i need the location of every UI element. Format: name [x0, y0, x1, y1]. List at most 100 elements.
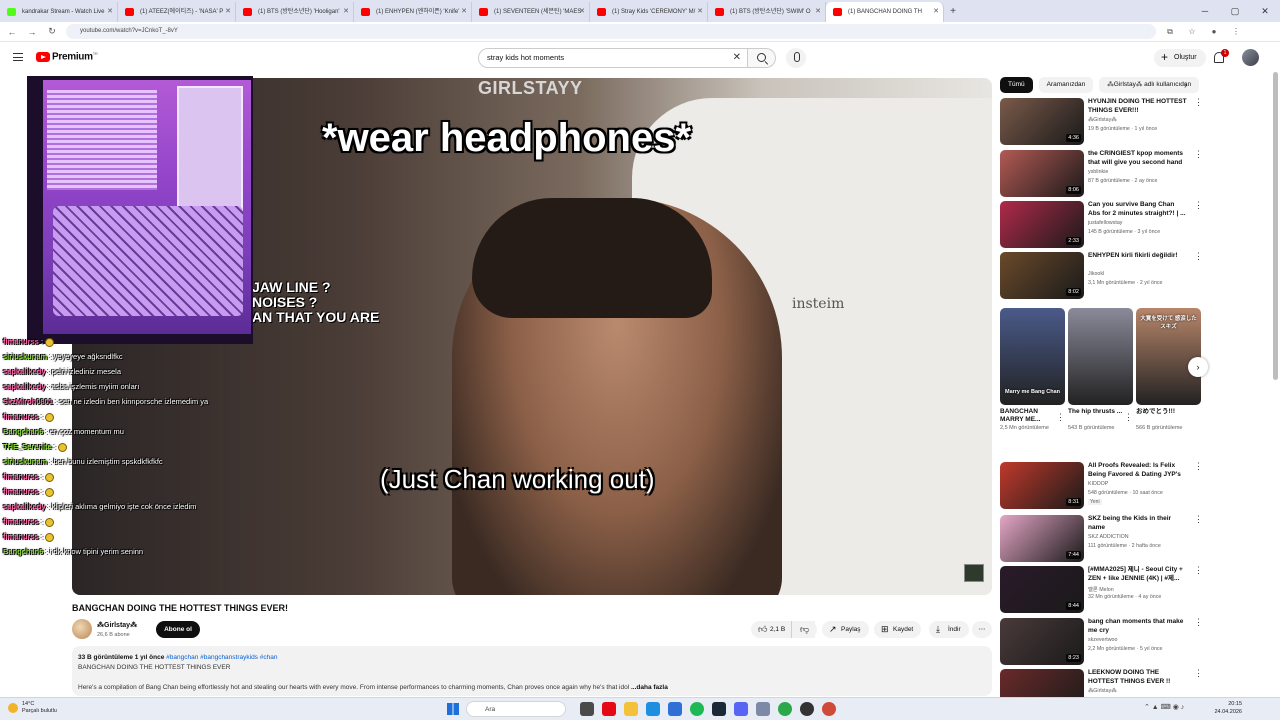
tab-close-icon[interactable]: ✕ [461, 2, 467, 22]
more-vert-icon[interactable]: ⋮ [1194, 618, 1203, 627]
video-title[interactable]: HYUNJIN DOING THE HOTTEST THINGS EVER!!! [1088, 98, 1188, 115]
task-view-icon[interactable] [580, 702, 594, 716]
weather-widget[interactable]: 14°C Parçalı bulutlu [8, 701, 57, 715]
browser-tab[interactable]: (1) Stray Kids 'CEREMONY' M/✕ [590, 2, 708, 22]
youtube-logo-icon[interactable] [36, 52, 50, 62]
cast-icon[interactable]: ⧉ [1162, 27, 1178, 37]
short-thumbnail[interactable] [1068, 308, 1133, 405]
more-vert-icon[interactable]: ⋮ [1056, 412, 1065, 423]
browser-tab[interactable]: (1) SEVENTEEN (세븐틴) 'MAES ✕ [472, 2, 590, 22]
new-tab-icon[interactable]: + [944, 2, 962, 22]
chrome-profile-icon[interactable] [822, 702, 836, 716]
recommended-video[interactable]: 8:44 [#MMA2025] 제니 - Seoul City + ZEN + l… [1000, 566, 1203, 614]
tab-close-icon[interactable]: ✕ [815, 2, 821, 22]
video-channel[interactable]: SKZ ADDICTION [1088, 534, 1129, 540]
video-channel[interactable]: KIDDOP [1088, 481, 1108, 487]
channel-name[interactable]: ⁂Girlstay⁂ [97, 621, 137, 629]
recommended-video[interactable]: 8:02 ENHYPEN kirli fikirli değildir! Jikoo… [1000, 252, 1203, 300]
dislike-button[interactable]: 👎︎ [791, 621, 817, 638]
edge-icon[interactable] [646, 702, 660, 716]
recommended-video[interactable]: 2:33 Can you survive Bang Chan Abs for 2 … [1000, 201, 1203, 249]
browser-tab[interactable]: (1) BTS (방탄소년단) 'Hooligan' ✕ [236, 2, 354, 22]
video-title[interactable]: bang chan moments that make me cry [1088, 618, 1188, 635]
tab-close-icon[interactable]: ✕ [343, 2, 349, 22]
video-title[interactable]: [#MMA2025] 제니 - Seoul City + ZEN + like … [1088, 566, 1188, 583]
video-title[interactable]: the CRINGIEST kpop moments that will giv… [1088, 150, 1188, 167]
channel-avatar[interactable] [72, 619, 92, 639]
maximize-icon[interactable]: ▢ [1220, 0, 1250, 22]
video-channel[interactable]: ysblinkie [1088, 169, 1108, 175]
short-thumbnail[interactable]: Marry me Bang Chan [1000, 308, 1065, 405]
discord-icon[interactable] [734, 702, 748, 716]
video-channel[interactable]: 멜론 Melon [1088, 585, 1114, 593]
tab-close-icon[interactable]: ✕ [933, 2, 939, 22]
hamburger-menu-icon[interactable] [13, 53, 23, 61]
filter-chip[interactable]: Aramanızdan [1038, 77, 1094, 93]
video-title[interactable]: Can you survive Bang Chan Abs for 2 minu… [1088, 201, 1188, 218]
close-window-icon[interactable]: ✕ [1250, 0, 1280, 22]
clear-search-icon[interactable]: ✕ [733, 49, 741, 67]
create-button[interactable]: Oluştur [1154, 48, 1206, 67]
video-thumbnail[interactable]: 8:23 [1000, 618, 1084, 665]
more-vert-icon[interactable]: ⋮ [1194, 252, 1203, 261]
video-thumbnail[interactable]: 2:33 [1000, 201, 1084, 248]
chips-next-icon[interactable]: › [1184, 80, 1187, 91]
end-card-thumbnail[interactable] [964, 564, 984, 582]
voice-search-icon[interactable] [786, 48, 806, 68]
video-title[interactable]: LEEKNOW DOING THE HOTTEST THINGS EVER !! [1088, 669, 1188, 686]
filter-chip[interactable]: Tümü [1000, 77, 1033, 93]
video-title[interactable]: All Proofs Revealed: Is Felix Being Favo… [1088, 462, 1188, 479]
video-channel[interactable]: Jikookl [1088, 271, 1104, 277]
recommended-video[interactable]: 7:44 SKZ being the Kids in their name SKZ … [1000, 515, 1203, 563]
download-button[interactable]: ⤓ İndir [929, 621, 969, 638]
minimize-icon[interactable]: ─ [1190, 0, 1220, 22]
youtube-premium-logo[interactable]: PremiumTR [52, 51, 98, 62]
bookmark-icon[interactable]: ☆ [1184, 27, 1200, 36]
file-explorer-icon[interactable] [624, 702, 638, 716]
browser-tab[interactable]: (1) ATEEZ(에이티즈) - 'NASA' P ✕ [118, 2, 236, 22]
more-vert-icon[interactable]: ⋮ [1194, 669, 1203, 678]
settings-app-icon[interactable] [756, 702, 770, 716]
video-thumbnail[interactable]: 8:44 [1000, 566, 1084, 613]
more-vert-icon[interactable]: ⋮ [1194, 566, 1203, 575]
chrome-icon[interactable] [778, 702, 792, 716]
video-thumbnail[interactable]: 4:36 [1000, 98, 1084, 145]
video-thumbnail[interactable]: 8:02 [1000, 252, 1084, 299]
windows-start-icon[interactable] [447, 703, 459, 715]
video-channel[interactable]: justafellowstay [1088, 220, 1122, 226]
description-box[interactable]: 33 B görüntüleme 1 yıl önce #bangchan #b… [72, 646, 992, 696]
share-button[interactable]: ↗ Paylaş [822, 621, 869, 638]
more-vert-icon[interactable]: ⋮ [1194, 515, 1203, 524]
save-button[interactable]: ⊞ Kaydet [874, 621, 922, 638]
tab-close-icon[interactable]: ✕ [579, 2, 585, 22]
shorts-next-icon[interactable]: › [1188, 357, 1208, 377]
browser-tab[interactable]: kandrakar Stream - Watch Live ✕ [0, 2, 118, 22]
search-input[interactable]: stray kids hot moments ✕ [478, 48, 748, 68]
taskbar-clock[interactable]: 20:15 24.04.2026 [1206, 701, 1242, 716]
hashtags[interactable]: #bangchan #bangchanstraykids #chan [166, 654, 277, 661]
tab-close-icon[interactable]: ✕ [697, 2, 703, 22]
url-field[interactable]: youtube.com/watch?v=JCnkoT_-8vY [66, 24, 1156, 39]
subscribe-button[interactable]: Abone ol [156, 621, 200, 638]
search-button[interactable] [748, 48, 776, 68]
browser-tab[interactable]: (1) ENHYPEN (엔하이픈) 'Knife' ✕ [354, 2, 472, 22]
account-avatar[interactable] [1242, 49, 1259, 66]
more-vert-icon[interactable]: ⋮ [1124, 412, 1133, 423]
profile-icon[interactable]: ● [1206, 27, 1222, 36]
short-thumbnail[interactable]: 大賞を受けて 感涙したスキズ [1136, 308, 1201, 405]
more-vert-icon[interactable]: ⋮ [1194, 201, 1203, 210]
system-tray[interactable]: ⌃ ▲ ⌨ ◉ ♪ [1144, 703, 1184, 711]
video-title[interactable]: SKZ being the Kids in their name [1088, 515, 1188, 532]
short-title[interactable]: おめでとう!!! [1136, 408, 1191, 425]
video-thumbnail[interactable]: 7:44 [1000, 515, 1084, 562]
video-thumbnail[interactable]: 8:06 [1000, 150, 1084, 197]
tab-close-icon[interactable]: ✕ [225, 2, 231, 22]
tab-close-icon[interactable]: ✕ [107, 2, 113, 22]
netflix-icon[interactable] [602, 702, 616, 716]
video-channel[interactable]: ⁂Girlstay⁂ [1088, 117, 1117, 123]
back-icon[interactable]: ← [4, 27, 20, 37]
short-title[interactable]: The hip thrusts ... [1068, 408, 1123, 425]
more-actions-button[interactable]: ⋯ [972, 621, 992, 638]
page-scrollbar[interactable] [1273, 72, 1278, 380]
taskbar-search[interactable]: Ara [466, 701, 566, 717]
